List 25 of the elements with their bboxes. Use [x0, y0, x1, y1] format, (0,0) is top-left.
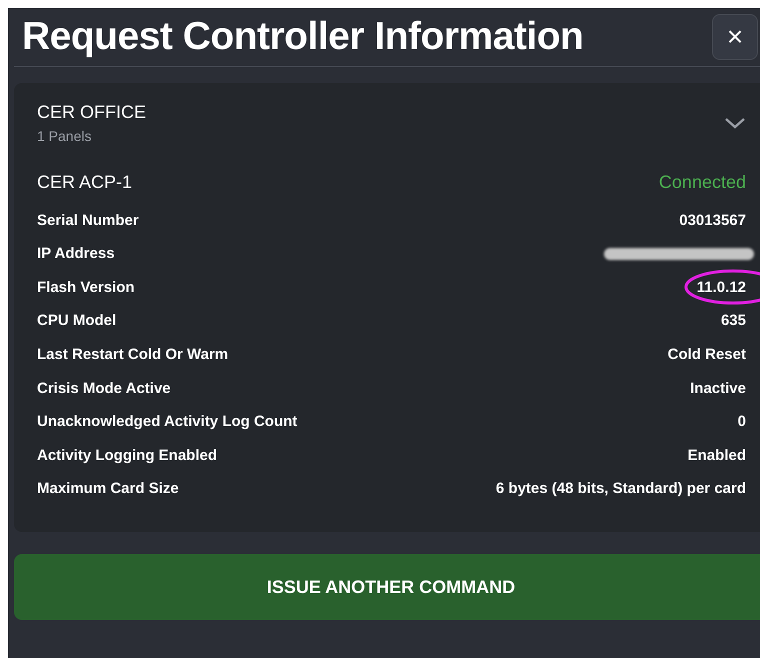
site-name: CER OFFICE	[37, 101, 146, 124]
detail-value: 11.0.12	[696, 278, 746, 296]
detail-value: Enabled	[688, 446, 746, 466]
detail-label: IP Address	[37, 244, 115, 264]
detail-value: Cold Reset	[668, 344, 746, 365]
detail-label: Unacknowledged Activity Log Count	[37, 412, 298, 432]
detail-label: CPU Model	[37, 311, 116, 332]
detail-label: Maximum Card Size	[37, 479, 179, 500]
detail-label: Activity Logging Enabled	[37, 446, 218, 466]
detail-value: Inactive	[690, 378, 746, 399]
detail-label: Last Restart Cold Or Warm	[37, 344, 228, 365]
status-text: Connected	[658, 171, 746, 194]
detail-value: 635	[720, 311, 746, 332]
detail-label: Crisis Mode Active	[37, 378, 171, 399]
dialog-title: Request Controller Information	[22, 14, 584, 60]
chevron-icon[interactable]	[724, 116, 746, 130]
panel-count: 1 Panels	[37, 127, 92, 146]
detail-value: 6 bytes (48 bits, Standard) per card	[496, 479, 746, 500]
close-button[interactable]: ×	[712, 14, 758, 60]
issue-command-button[interactable]: ISSUE ANOTHER COMMAND	[14, 554, 760, 620]
detail-value: 03013567	[679, 210, 746, 231]
detail-label: Serial Number	[37, 210, 139, 231]
detail-value: 0	[738, 412, 746, 432]
controller-name: CER ACP-1	[37, 171, 132, 194]
detail-label: Flash Version	[37, 278, 135, 298]
